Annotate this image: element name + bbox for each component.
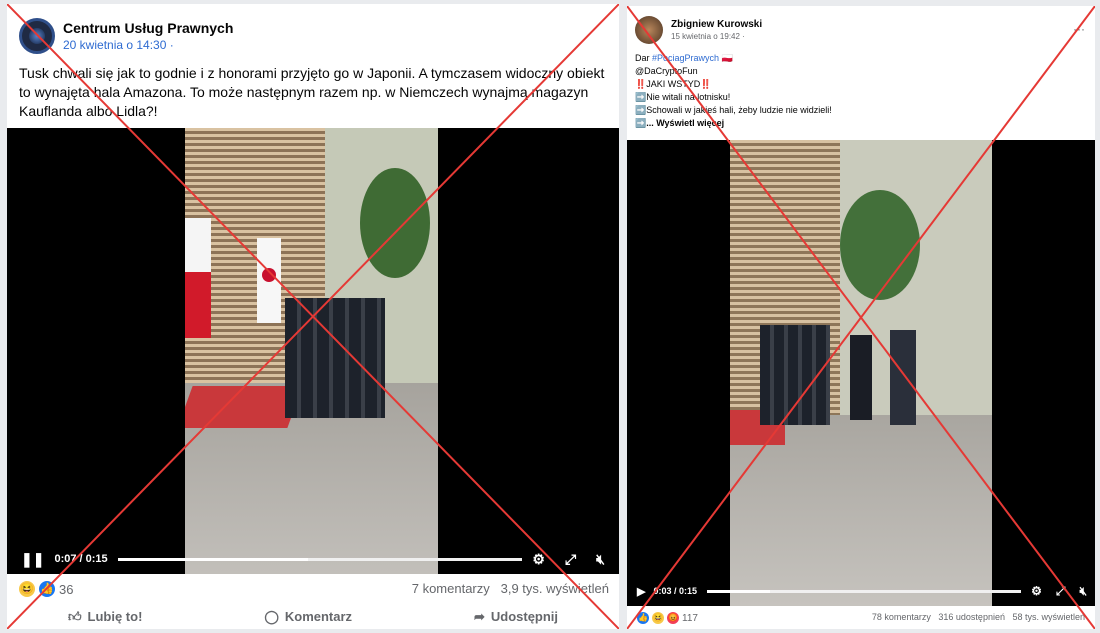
play-icon[interactable]: ▶	[637, 585, 645, 598]
comments-count[interactable]: 7 komentarzy	[412, 581, 490, 596]
text-line: Dar	[635, 53, 653, 63]
video-frame	[185, 128, 438, 574]
share-label: Udostępnij	[490, 609, 559, 624]
text-line: ‼️JAKI WSTYD‼️	[635, 79, 712, 89]
reaction-summary[interactable]: 👍 😆 😡 117	[637, 612, 698, 624]
mention-link[interactable]: @DaCryptoFun	[635, 65, 1075, 78]
author-avatar[interactable]	[635, 16, 663, 44]
post-header: Zbigniew Kurowski 15 kwietnia o 19:42 ·	[635, 16, 762, 44]
facebook-post-right: Zbigniew Kurowski 15 kwietnia o 19:42 · …	[627, 6, 1095, 629]
post-actions: 👍︎ Lubię to! ◯ Komentarz ➦ Udostępnij	[7, 604, 619, 629]
post-header: Centrum Usług Prawnych 20 kwietnia o 14:…	[19, 18, 233, 54]
see-more-link[interactable]: ... Wyświetl więcej	[646, 118, 724, 128]
share-arrow-icon: ➦	[473, 608, 485, 624]
post-stats: 78 komentarzy 316 udostępnień 58 tys. wy…	[871, 612, 1085, 622]
haha-reaction-icon: 😆	[652, 612, 664, 624]
post-stats: 7 komentarzy 3,9 tys. wyświetleń	[412, 581, 609, 596]
pause-icon[interactable]: ❚❚	[21, 551, 44, 568]
author-name[interactable]: Zbigniew Kurowski	[671, 18, 762, 31]
settings-gear-icon[interactable]: ⚙	[532, 551, 545, 568]
text-line: Nie witali na lotnisku!	[646, 92, 731, 102]
page-avatar[interactable]	[19, 18, 55, 54]
video-frame	[730, 140, 992, 606]
like-reaction-icon: 👍	[39, 581, 55, 597]
comment-bubble-icon: ◯	[264, 608, 279, 624]
video-player[interactable]: ▶ 0:03 / 0:15 ⚙ ⤢ 🔇︎	[627, 140, 1095, 606]
arrow-emoji-icon: ➡️	[635, 92, 647, 102]
post-timestamp[interactable]: 15 kwietnia o 19:42 ·	[671, 31, 762, 42]
angry-reaction-icon: 😡	[667, 612, 679, 624]
reactions-count: 117	[682, 612, 698, 624]
haha-reaction-icon: 😆	[19, 581, 35, 597]
video-progress-bar[interactable]	[117, 557, 523, 561]
post-body-text: Dar #PociagPrawych 🇵🇱 @DaCryptoFun ‼️JAK…	[635, 52, 1075, 130]
video-controls: ▶ 0:03 / 0:15 ⚙ ⤢ 🔇︎	[627, 576, 1095, 606]
settings-gear-icon[interactable]: ⚙	[1031, 584, 1042, 598]
facebook-post-left: Centrum Usług Prawnych 20 kwietnia o 14:…	[7, 4, 619, 629]
video-time: 0:03 / 0:15	[653, 586, 697, 596]
text-line: Schowali w jakieś hali, żeby ludzie nie …	[646, 105, 832, 115]
arrow-emoji-icon: ➡️	[635, 118, 647, 128]
views-count: 3,9 tys. wyświetleń	[500, 581, 609, 596]
more-options-icon[interactable]: ···	[1073, 22, 1085, 36]
arrow-emoji-icon: ➡️	[635, 105, 647, 115]
post-body-text: Tusk chwali się jak to godnie i z honora…	[19, 65, 605, 119]
screenshot-canvas: Centrum Usług Prawnych 20 kwietnia o 14:…	[0, 0, 1100, 633]
like-reaction-icon: 👍	[637, 612, 649, 624]
like-label: Lubię to!	[87, 609, 143, 624]
share-button[interactable]: ➦ Udostępnij	[474, 609, 558, 625]
video-player[interactable]: ❚❚ 0:07 / 0:15 ⚙ ⤢ 🔇︎	[7, 128, 619, 574]
polish-flag	[185, 218, 211, 338]
reactions-count: 36	[59, 581, 74, 597]
mute-icon[interactable]: 🔇︎	[1079, 584, 1087, 599]
video-time: 0:07 / 0:15	[54, 553, 108, 565]
video-controls: ❚❚ 0:07 / 0:15 ⚙ ⤢ 🔇︎	[7, 544, 619, 574]
fullscreen-icon[interactable]: ⤢	[1056, 584, 1066, 599]
japanese-flag	[257, 238, 281, 323]
like-button[interactable]: 👍︎ Lubię to!	[68, 609, 142, 625]
post-timestamp[interactable]: 20 kwietnia o 14:30 ·	[63, 37, 233, 53]
mute-icon[interactable]: 🔇︎	[596, 551, 605, 568]
comment-label: Komentarz	[284, 609, 353, 624]
fullscreen-icon[interactable]: ⤢	[565, 551, 576, 568]
hashtag-link[interactable]: #PociagPrawych	[652, 53, 719, 63]
polish-flag-emoji: 🇵🇱	[721, 53, 733, 63]
video-progress-bar[interactable]	[707, 589, 1022, 593]
comment-button[interactable]: ◯ Komentarz	[264, 609, 352, 625]
reaction-summary[interactable]: 😆 👍 36	[19, 581, 73, 597]
page-name[interactable]: Centrum Usług Prawnych	[63, 20, 233, 37]
thumbs-up-icon: 👍︎	[67, 608, 82, 624]
